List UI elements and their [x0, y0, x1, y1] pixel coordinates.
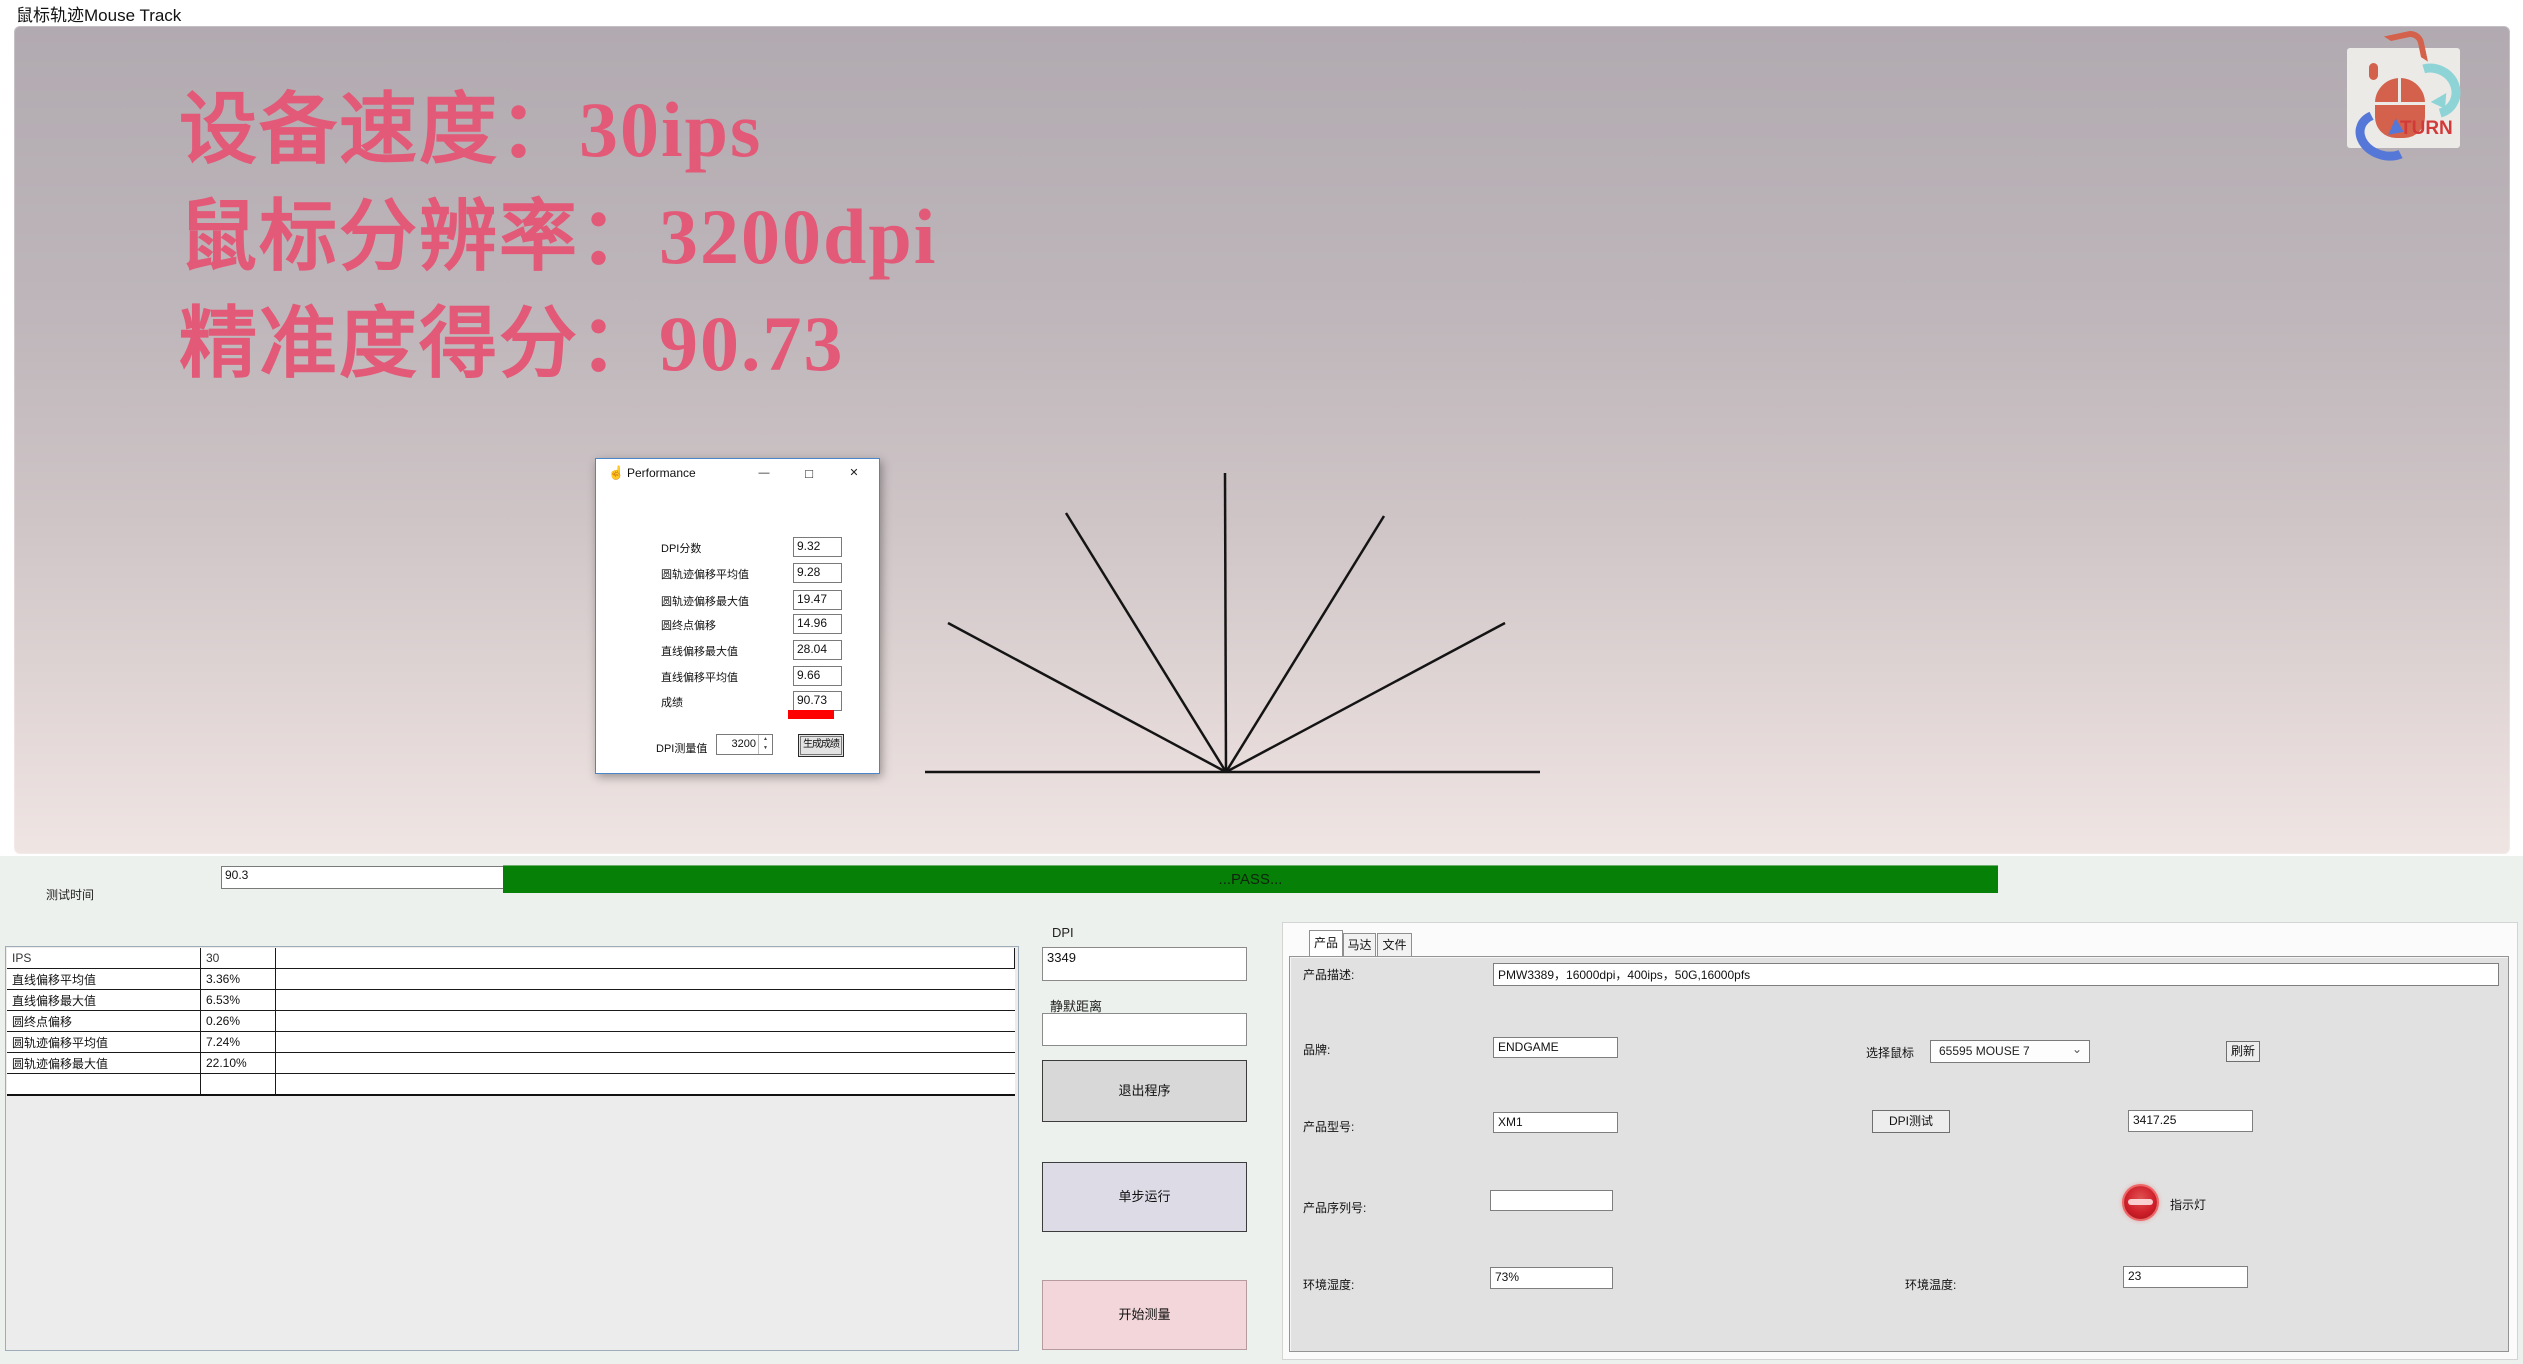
header-blank: [276, 948, 1015, 969]
line-avg-offset-field[interactable]: 9.66: [793, 666, 842, 686]
table-row: 圆终点偏移 0.26%: [7, 1011, 1015, 1032]
generate-score-button[interactable]: 生成成绩: [798, 734, 844, 757]
row-label: 直线偏移最大值: [7, 990, 201, 1011]
exit-program-button[interactable]: 退出程序: [1042, 1060, 1247, 1122]
header-speed: 30: [201, 948, 276, 969]
dpi-label: DPI: [1052, 925, 1074, 940]
circle-max-offset-field[interactable]: 19.47: [793, 590, 842, 610]
product-model-input[interactable]: XM1: [1493, 1112, 1618, 1133]
line-max-offset-field[interactable]: 28.04: [793, 640, 842, 660]
performance-dialog-title: Performance: [627, 466, 696, 480]
humidity-input[interactable]: 73%: [1490, 1267, 1613, 1289]
dpi-measure-value: 3200: [732, 738, 756, 750]
window-title: 鼠标轨迹Mouse Track: [16, 1, 181, 26]
serial-number-input[interactable]: [1490, 1190, 1613, 1211]
score-highlight-bar: [788, 710, 834, 719]
dpi-measure-spinner[interactable]: 3200 ▲▼: [716, 734, 773, 755]
row-value: 22.10%: [201, 1053, 276, 1074]
test-time-input[interactable]: 90.3: [221, 866, 506, 889]
field-label: 直线偏移最大值: [661, 643, 738, 659]
minimize-button[interactable]: —: [747, 459, 781, 488]
hero-device-speed: 设备速度：30ips: [179, 80, 762, 180]
hero-accuracy-score: 精准度得分：90.73: [179, 294, 845, 394]
field-label: 圆终点偏移: [661, 617, 716, 633]
start-measure-button[interactable]: 开始测量: [1042, 1280, 1247, 1350]
results-table: IPS 30 直线偏移平均值 3.36% 直线偏移最大值 6.53% 圆终点偏移…: [7, 948, 1015, 1096]
dpi-input[interactable]: 3349: [1042, 947, 1247, 981]
performance-dialog: ☝ Performance — □ ✕ DPI分数 9.32 圆轨迹偏移平均值 …: [595, 458, 880, 774]
temperature-input[interactable]: 23: [2123, 1266, 2248, 1288]
product-tab-page: [1289, 956, 2509, 1352]
logo-text: TURN: [2400, 118, 2453, 140]
humidity-label: 环境湿度:: [1303, 1276, 1354, 1293]
field-label: 直线偏移平均值: [661, 669, 738, 685]
row-value: 6.53%: [201, 990, 276, 1011]
test-time-label: 测试时间: [46, 886, 94, 903]
mouse-wheel-icon: [2366, 60, 2381, 83]
field-label: 圆轨迹偏移平均值: [661, 566, 749, 582]
dpi-measure-label: DPI测量值: [656, 740, 707, 756]
field-label: DPI分数: [661, 540, 701, 556]
circle-endpoint-offset-field[interactable]: 14.96: [793, 614, 842, 634]
mouse-select-dropdown[interactable]: 65595 MOUSE 7 ⌄: [1930, 1040, 2090, 1063]
hand-cursor-icon: ☝: [608, 465, 624, 481]
product-desc-input[interactable]: PMW3389，16000dpi，400ips，50G,16000pfs: [1493, 963, 2499, 986]
status-light-icon: [2124, 1186, 2157, 1219]
product-panel: 产品 马达 文件: [1282, 922, 2518, 1360]
performance-dialog-titlebar[interactable]: ☝ Performance — □ ✕: [596, 459, 879, 488]
mouse-select-value: 65595 MOUSE 7: [1939, 1044, 2030, 1058]
table-row: 直线偏移最大值 6.53%: [7, 990, 1015, 1011]
row-value: 7.24%: [201, 1032, 276, 1053]
select-mouse-label: 选择鼠标: [1866, 1044, 1914, 1061]
close-button[interactable]: ✕: [837, 459, 871, 488]
dpi-score-field[interactable]: 9.32: [793, 537, 842, 557]
progress-status: ...PASS...: [1219, 871, 1283, 888]
circle-avg-offset-field[interactable]: 9.28: [793, 563, 842, 583]
table-row: 直线偏移平均值 3.36%: [7, 969, 1015, 990]
table-row-empty: [7, 1074, 1015, 1096]
spinner-arrows-icon[interactable]: ▲▼: [758, 735, 772, 754]
row-label: 圆终点偏移: [7, 1011, 201, 1032]
brand-input[interactable]: ENDGAME: [1493, 1037, 1618, 1058]
product-model-label: 产品型号:: [1303, 1118, 1354, 1135]
row-label: 直线偏移平均值: [7, 969, 201, 990]
silent-distance-input[interactable]: [1042, 1013, 1247, 1046]
single-step-button[interactable]: 单步运行: [1042, 1162, 1247, 1232]
temperature-label: 环境温度:: [1905, 1276, 1956, 1293]
chevron-down-icon: ⌄: [2072, 1042, 2082, 1056]
table-row: 圆轨迹偏移平均值 7.24%: [7, 1032, 1015, 1053]
row-value: 0.26%: [201, 1011, 276, 1032]
product-desc-label: 产品描述:: [1303, 966, 1354, 983]
results-panel: IPS 30 直线偏移平均值 3.36% 直线偏移最大值 6.53% 圆终点偏移…: [5, 946, 1019, 1351]
table-header-row: IPS 30: [7, 948, 1015, 969]
score-field[interactable]: 90.73: [793, 691, 842, 711]
tab-motor[interactable]: 马达: [1343, 933, 1376, 956]
row-label: 圆轨迹偏移最大值: [7, 1053, 201, 1074]
row-value: 3.36%: [201, 969, 276, 990]
table-row: 圆轨迹偏移最大值 22.10%: [7, 1053, 1015, 1074]
field-label: 成绩: [661, 694, 683, 710]
serial-number-label: 产品序列号:: [1303, 1199, 1366, 1216]
field-label: 圆轨迹偏移最大值: [661, 593, 749, 609]
indicator-label: 指示灯: [2170, 1196, 2206, 1213]
turn-logo: TURN: [2347, 48, 2460, 148]
hero-mouse-resolution: 鼠标分辨率：3200dpi: [179, 187, 937, 287]
header-ips: IPS: [7, 948, 201, 969]
maximize-button[interactable]: □: [792, 459, 826, 488]
progress-bar: ...PASS...: [503, 865, 1998, 893]
tab-file[interactable]: 文件: [1377, 933, 1412, 956]
dpi-test-result-input[interactable]: 3417.25: [2128, 1110, 2253, 1132]
tab-product[interactable]: 产品: [1309, 930, 1343, 956]
dpi-test-button[interactable]: DPI测试: [1872, 1110, 1950, 1133]
row-label: 圆轨迹偏移平均值: [7, 1032, 201, 1053]
refresh-button[interactable]: 刷新: [2226, 1041, 2260, 1062]
brand-label: 品牌:: [1303, 1041, 1330, 1058]
